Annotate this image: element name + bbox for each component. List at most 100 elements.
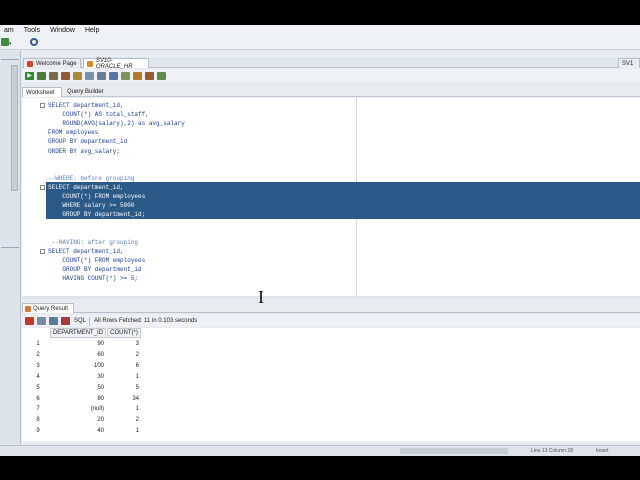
tuning-icon[interactable] bbox=[145, 71, 154, 80]
cell-department-id[interactable]: 20 bbox=[50, 415, 104, 425]
menu-bar: am Tools Window Help bbox=[0, 25, 640, 36]
print-icon[interactable] bbox=[37, 317, 46, 325]
code-line: COUNT(*) FROM employees bbox=[48, 256, 146, 264]
cell-count[interactable]: 2 bbox=[107, 415, 139, 425]
sql-button[interactable]: SQL bbox=[74, 318, 86, 324]
cell-department-id[interactable]: 60 bbox=[50, 350, 104, 360]
code-line: COUNT(*) FROM employees bbox=[48, 193, 146, 200]
autotrace-icon[interactable] bbox=[85, 71, 94, 80]
worksheet-subtabs: Worksheet Query Builder bbox=[22, 87, 640, 97]
row-number: 8 bbox=[36, 417, 40, 424]
tab-right[interactable]: SV1 bbox=[618, 58, 640, 68]
code-line: GROUP BY department_id bbox=[48, 138, 128, 146]
run-script-icon[interactable] bbox=[37, 71, 46, 80]
text-cursor-icon: I bbox=[258, 287, 264, 307]
cell-count[interactable]: 1 bbox=[107, 426, 139, 436]
panel-header-lower bbox=[1, 247, 19, 253]
history-icon[interactable] bbox=[109, 71, 118, 80]
cell-department-id[interactable]: 80 bbox=[50, 394, 104, 404]
clear-icon[interactable] bbox=[97, 71, 106, 80]
sql-editor[interactable]: SELECT department_id, COUNT(*) AS total_… bbox=[22, 98, 640, 296]
case-icon[interactable] bbox=[157, 71, 166, 80]
cell-department-id[interactable]: 30 bbox=[50, 372, 104, 382]
results-grid: DEPARTMENT_ID COUNT(*) 1 90 3 2 60 2 3 100 6 4 30 1… bbox=[22, 328, 640, 441]
format-icon[interactable] bbox=[121, 71, 130, 80]
panel-scrollbar[interactable] bbox=[11, 65, 18, 191]
fold-toggle-icon[interactable] bbox=[40, 248, 45, 254]
rollback-icon[interactable] bbox=[61, 71, 70, 80]
cell-count[interactable]: 2 bbox=[107, 350, 139, 360]
code-line: SELECT department_id, bbox=[48, 102, 124, 109]
code-line: ROUND(AVG(salary),2) as avg_salary bbox=[48, 120, 185, 128]
cell-department-id[interactable]: 100 bbox=[50, 361, 104, 371]
menu-tools[interactable]: Tools bbox=[24, 27, 40, 34]
document-tabs: Welcome Page SV10-ORACLE_HR SV1 bbox=[22, 57, 640, 70]
tab-query-result[interactable]: Query Result bbox=[22, 303, 74, 313]
sql-monitor-icon[interactable] bbox=[30, 38, 38, 46]
results-icon bbox=[25, 305, 31, 312]
explain-plan-icon[interactable] bbox=[73, 71, 82, 80]
fold-toggle-icon[interactable] bbox=[40, 184, 45, 190]
editor-horizontal-scrollbar[interactable] bbox=[22, 296, 640, 299]
tab-welcome-page[interactable]: Welcome Page bbox=[23, 58, 81, 68]
fold-toggle-icon[interactable] bbox=[40, 103, 45, 108]
results-panel-header: Query Result bbox=[22, 303, 640, 313]
column-header-department-id[interactable]: DEPARTMENT_ID bbox=[50, 328, 106, 338]
code-line: --WHERE: before grouping bbox=[48, 174, 135, 182]
cell-count[interactable]: 1 bbox=[107, 372, 139, 382]
cell-count[interactable]: 34 bbox=[107, 394, 139, 404]
cell-department-id[interactable]: 40 bbox=[50, 426, 104, 436]
run-statement-icon[interactable]: ▶ bbox=[25, 71, 34, 80]
welcome-icon bbox=[27, 60, 33, 67]
cell-count[interactable]: 6 bbox=[107, 361, 139, 371]
cancel-icon[interactable] bbox=[61, 317, 70, 325]
connections-panel bbox=[0, 51, 21, 456]
tab-sv10-oracle-hr[interactable]: SV10-ORACLE_HR bbox=[83, 57, 149, 70]
code-line: FROM employees bbox=[48, 129, 99, 137]
tab-label: Welcome Page bbox=[36, 60, 77, 67]
code-line: GROUP BY department_id; bbox=[48, 211, 146, 219]
menu-window[interactable]: Window bbox=[50, 27, 75, 34]
code-line: --HAVING: after grouping bbox=[48, 238, 139, 246]
pin-icon[interactable] bbox=[25, 317, 34, 325]
code-line: WHERE salary >= 5000 bbox=[48, 202, 135, 210]
tab-query-builder[interactable]: Query Builder bbox=[64, 87, 114, 97]
commit-icon[interactable] bbox=[49, 71, 58, 80]
row-number: 9 bbox=[36, 428, 40, 435]
row-number: 4 bbox=[36, 373, 40, 380]
column-header-count[interactable]: COUNT(*) bbox=[107, 328, 141, 338]
fetch-status: All Rows Fetched: 11 in 0.103 seconds bbox=[94, 318, 198, 324]
refresh-icon[interactable] bbox=[49, 317, 58, 325]
editor-gutter bbox=[22, 98, 45, 296]
cell-department-id[interactable]: 90 bbox=[50, 339, 104, 349]
unshared-icon[interactable] bbox=[133, 71, 142, 80]
toolbar-divider bbox=[89, 316, 91, 326]
code-line: SELECT department_id, bbox=[48, 183, 124, 191]
new-connection-icon[interactable] bbox=[1, 38, 9, 46]
tab-label: SV10-ORACLE_HR bbox=[95, 57, 133, 70]
cell-count[interactable]: 3 bbox=[107, 339, 139, 349]
row-number: 6 bbox=[36, 395, 40, 402]
results-toolbar: SQL All Rows Fetched: 11 in 0.103 second… bbox=[22, 315, 640, 327]
cursor-position: Line 13 Column 28 bbox=[531, 448, 573, 454]
tab-label: SV1 bbox=[622, 60, 634, 67]
cell-count[interactable]: 5 bbox=[107, 383, 139, 393]
row-number: 5 bbox=[36, 384, 40, 391]
cell-count[interactable]: 1 bbox=[107, 404, 139, 414]
progress-area bbox=[400, 448, 508, 454]
menu-help[interactable]: Help bbox=[85, 27, 99, 34]
worksheet-toolbar: ▶ bbox=[22, 69, 640, 82]
menu-run[interactable]: am bbox=[4, 27, 14, 34]
code-line: HAVING COUNT(*) >= 5; bbox=[48, 274, 139, 282]
cell-department-id[interactable]: (null) bbox=[50, 404, 104, 414]
code-line: SELECT department_id, bbox=[48, 247, 124, 255]
row-number: 2 bbox=[36, 351, 40, 358]
main-toolbar: ▾ bbox=[0, 36, 640, 50]
row-number: 1 bbox=[36, 341, 40, 347]
worksheet-icon bbox=[87, 60, 93, 67]
dropdown-icon[interactable]: ▾ bbox=[9, 41, 12, 47]
cell-department-id[interactable]: 50 bbox=[50, 383, 104, 393]
tab-worksheet[interactable]: Worksheet bbox=[22, 87, 62, 97]
code-line: GROUP BY department_id bbox=[48, 265, 142, 273]
status-bar: Line 13 Column 28 Insert bbox=[0, 445, 640, 456]
